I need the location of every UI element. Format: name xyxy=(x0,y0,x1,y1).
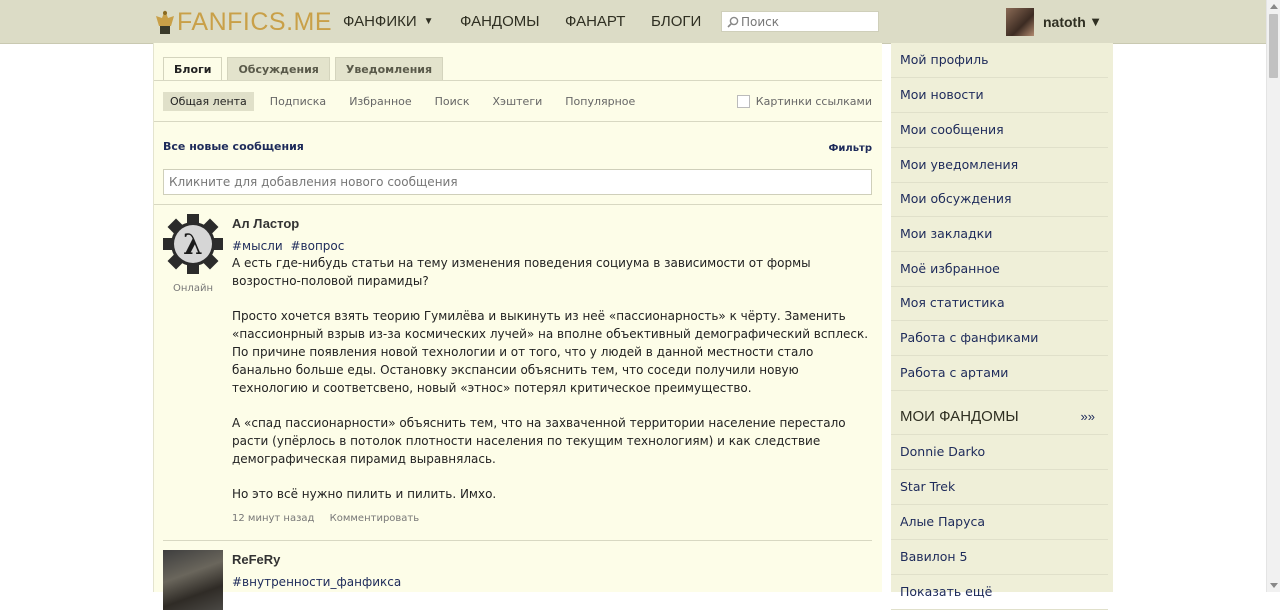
nav-fanfics-label: ФАНФИКИ xyxy=(343,13,417,30)
subnav-favorites[interactable]: Избранное xyxy=(342,92,418,111)
nav-fanart[interactable]: ФАНАРТ xyxy=(565,0,625,43)
sidebar-item-messages[interactable]: Мои сообщения xyxy=(891,113,1108,148)
logo-icon xyxy=(156,10,174,34)
post-author[interactable]: Ал Ластор xyxy=(232,216,299,231)
comment-link[interactable]: Комментировать xyxy=(330,513,420,524)
subnav-search[interactable]: Поиск xyxy=(428,92,477,111)
fandom-item[interactable]: Вавилон 5 xyxy=(891,540,1108,575)
post-tags: #внутренности_фанфикса xyxy=(232,575,405,589)
online-status: Онлайн xyxy=(173,283,213,294)
sidebar-item-fanfic-work[interactable]: Работа с фанфиками xyxy=(891,321,1108,356)
my-fandoms-heading: МОИ ФАНДОМЫ »» xyxy=(891,400,1108,435)
main-content: Блоги Обсуждения Уведомления Общая лента… xyxy=(153,43,882,610)
hashtag-link[interactable]: #мысли xyxy=(232,239,283,253)
feed-subnav: Общая лента Подписка Избранное Поиск Хэш… xyxy=(163,92,651,111)
site-logo[interactable]: FANFICS.ME xyxy=(155,7,332,37)
my-fandoms-title: МОИ ФАНДОМЫ xyxy=(900,408,1019,425)
user-menu[interactable]: natoth ▼ xyxy=(1006,8,1099,36)
nav-fanart-label: ФАНАРТ xyxy=(565,13,626,30)
nav-fandoms[interactable]: ФАНДОМЫ xyxy=(460,0,540,43)
nav-blogs[interactable]: БЛОГИ xyxy=(651,0,701,43)
logo-text: FANFICS.ME xyxy=(177,7,333,36)
sidebar-item-statistics[interactable]: Моя статистика xyxy=(891,286,1108,321)
chevron-down-icon: ▼ xyxy=(1091,16,1100,28)
post-paragraph: А есть где-нибудь статьи на тему изменен… xyxy=(232,256,811,288)
sidebar-item-bookmarks[interactable]: Мои закладки xyxy=(891,217,1108,252)
post-time: 12 минут назад xyxy=(232,513,315,524)
fandom-item[interactable]: Star Trek xyxy=(891,470,1108,505)
sidebar: Мой профиль Мои новости Мои сообщения Мо… xyxy=(891,43,1113,610)
link-pictures-label: Картинки ссылками xyxy=(755,95,872,108)
nav-fandoms-label: ФАНДОМЫ xyxy=(460,13,540,30)
post-paragraph: Но это всё нужно пилить и пилить. Имхо. xyxy=(232,487,497,502)
blog-tabs: Блоги Обсуждения Уведомления xyxy=(163,57,448,80)
scroll-down-arrow-icon[interactable] xyxy=(1270,583,1278,588)
username: natoth xyxy=(1043,14,1086,30)
lambda-gear-avatar[interactable]: λ xyxy=(163,214,223,274)
link-pictures-option: Картинки ссылками xyxy=(736,95,872,108)
post-meta: 12 минут назад Комментировать xyxy=(232,513,431,524)
filter-link[interactable]: Фильтр xyxy=(828,143,872,154)
fandom-item[interactable]: Алые Паруса xyxy=(891,505,1108,540)
search-input[interactable] xyxy=(740,13,871,30)
search-box xyxy=(721,11,879,32)
subnav-hashtags[interactable]: Хэштеги xyxy=(486,92,550,111)
tab-blogs[interactable]: Блоги xyxy=(163,57,223,80)
subnav-subscription[interactable]: Подписка xyxy=(263,92,333,111)
subnav-popular[interactable]: Популярное xyxy=(558,92,642,111)
hashtag-link[interactable]: #внутренности_фанфикса xyxy=(232,575,401,589)
sidebar-item-news[interactable]: Мои новости xyxy=(891,78,1108,113)
post-body: А есть где-нибудь статьи на тему изменен… xyxy=(232,255,877,522)
sidebar-item-art-work[interactable]: Работа с артами xyxy=(891,356,1108,391)
divider xyxy=(154,204,882,205)
user-avatar[interactable] xyxy=(163,550,223,610)
chevron-down-icon: ▼ xyxy=(423,16,434,27)
scroll-thumb[interactable] xyxy=(1269,14,1278,78)
divider xyxy=(154,121,882,122)
hashtag-link[interactable]: #вопрос xyxy=(290,239,344,253)
tab-discussions[interactable]: Обсуждения xyxy=(227,57,330,80)
post-paragraph: Просто хочется взять теорию Гумилёва и в… xyxy=(232,309,869,395)
user-avatar xyxy=(1006,8,1034,36)
fandom-item[interactable]: Показать ещё xyxy=(891,575,1108,610)
tab-notifications[interactable]: Уведомления xyxy=(334,57,444,80)
post-paragraph: А «спад пассионарности» объяснить тем, ч… xyxy=(232,416,846,466)
page-scrollbar[interactable] xyxy=(1266,0,1280,592)
post-author[interactable]: ReFeRy xyxy=(232,552,280,567)
subnav-general-feed[interactable]: Общая лента xyxy=(163,92,254,111)
sidebar-item-profile[interactable]: Мой профиль xyxy=(891,43,1108,78)
divider xyxy=(154,80,882,81)
divider xyxy=(163,540,872,541)
post-tags: #мысли #вопрос xyxy=(232,239,348,253)
search-icon xyxy=(727,16,739,28)
new-message-input[interactable]: Кликните для добавления нового сообщения xyxy=(163,169,872,195)
svg-text:λ: λ xyxy=(183,228,203,261)
scroll-up-arrow-icon[interactable] xyxy=(1270,4,1278,9)
feed-title: Все новые сообщения xyxy=(163,140,304,153)
more-fandoms-link[interactable]: »» xyxy=(1081,400,1095,434)
sidebar-item-notifications[interactable]: Мои уведомления xyxy=(891,148,1108,183)
sidebar-item-favorites[interactable]: Моё избранное xyxy=(891,252,1108,287)
nav-blogs-label: БЛОГИ xyxy=(651,13,702,30)
sidebar-item-discussions[interactable]: Мои обсуждения xyxy=(891,182,1108,217)
top-bar: FANFICS.ME ФАНФИКИ ▼ ФАНДОМЫ ФАНАРТ БЛОГ… xyxy=(0,0,1266,44)
link-pictures-checkbox[interactable] xyxy=(736,95,750,108)
fandom-item[interactable]: Donnie Darko xyxy=(891,435,1108,470)
nav-fanfics[interactable]: ФАНФИКИ ▼ xyxy=(343,0,434,43)
